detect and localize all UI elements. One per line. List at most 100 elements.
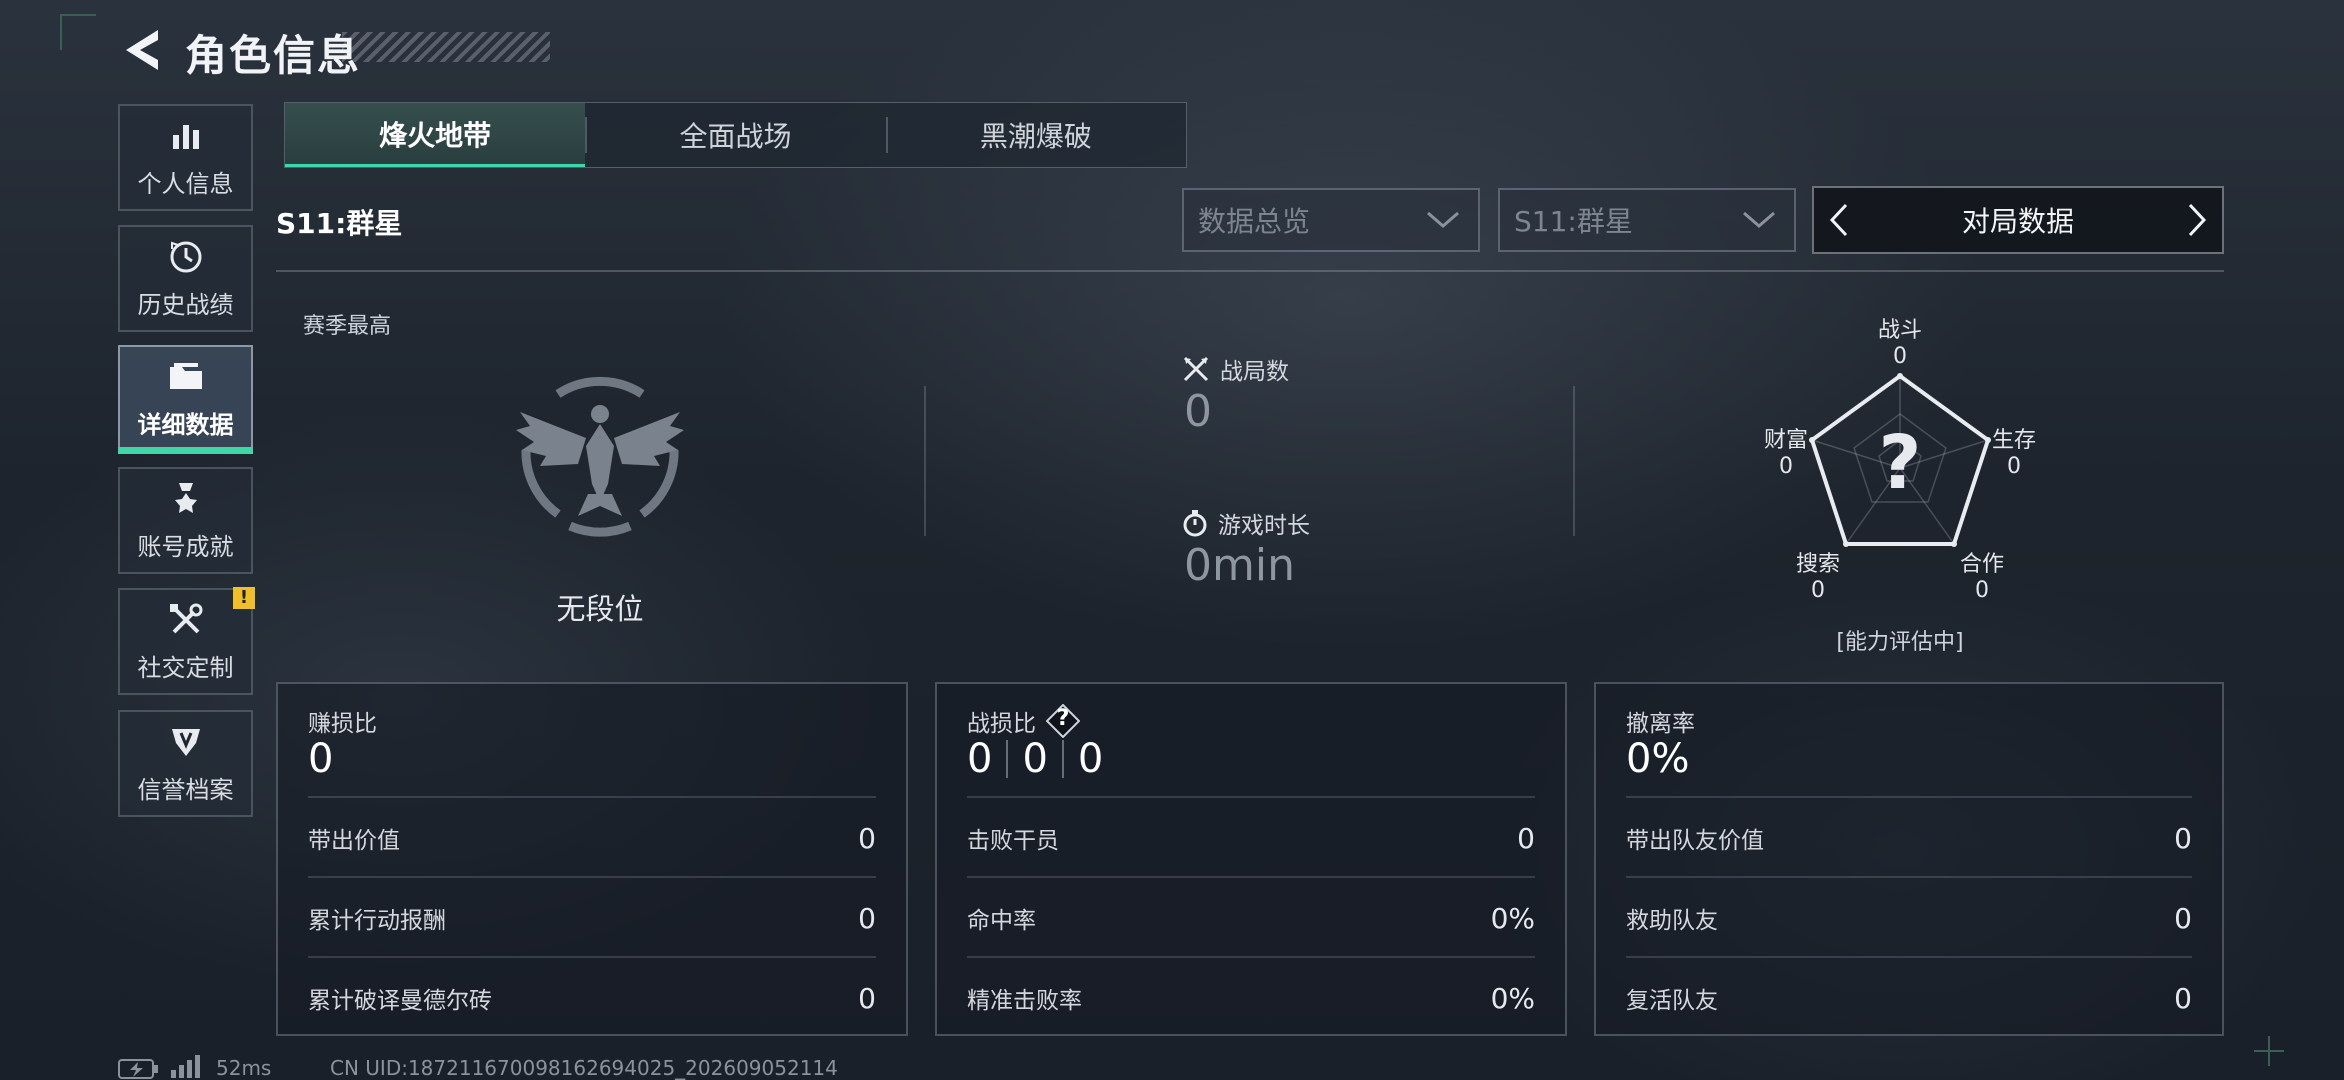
tab-quanmian[interactable]: 全面战场 xyxy=(585,103,885,167)
stat-value: 0 xyxy=(2174,981,2192,1015)
radar-status: [能力评估中] xyxy=(1836,630,1964,655)
stat-label: 带出队友价值 xyxy=(1626,828,1764,854)
battery-icon xyxy=(118,1059,158,1079)
stat-row: 累计破译曼德尔砖 0 xyxy=(308,956,876,1038)
stat-row: 击败干员 0 xyxy=(967,796,1535,878)
stat-label: 救助队友 xyxy=(1626,908,1718,934)
shield-emblem-icon xyxy=(166,722,206,762)
matches-label: 战局数 xyxy=(1220,359,1289,385)
dropdown-value: 数据总览 xyxy=(1198,205,1311,238)
sidebar-item-achievements[interactable]: 账号成就 xyxy=(118,467,253,574)
stat-row: 带出队友价值 0 xyxy=(1626,796,2192,878)
chevron-left-icon[interactable] xyxy=(1828,202,1850,238)
rank-emblem-icon xyxy=(516,376,684,537)
stat-label: 命中率 xyxy=(967,908,1036,934)
extract-panel: 撤离率 0% 带出队友价值 0 救助队友 0 复活队友 0 xyxy=(1594,682,2224,1036)
divider xyxy=(276,270,2224,272)
panel-title-text: 撤离率 xyxy=(1626,711,1695,737)
stat-label: 累计行动报酬 xyxy=(308,908,446,934)
help-mark: ? xyxy=(1056,706,1070,731)
sidebar-item-detailed-data[interactable]: 详细数据 xyxy=(118,345,253,452)
mode-tabs: 烽火地带 全面战场 黑潮爆破 xyxy=(284,102,1187,168)
data-type-switcher: 对局数据 xyxy=(1812,186,2224,254)
kd-value: 0 xyxy=(1022,736,1048,782)
history-clock-icon xyxy=(166,237,206,277)
playtime-label: 游戏时长 xyxy=(1218,513,1310,539)
profit-panel: 赚损比 0 带出价值 0 累计行动报酬 0 累计破译曼德尔砖 0 xyxy=(276,682,908,1036)
stat-label: 带出价值 xyxy=(308,828,400,854)
stat-row: 累计行动报酬 0 xyxy=(308,876,876,958)
stat-value: 0 xyxy=(858,981,876,1015)
stat-value: 0 xyxy=(2174,901,2192,935)
tab-fenghuo[interactable]: 烽火地带 xyxy=(285,103,586,167)
stat-row: 精准击败率 0% xyxy=(967,956,1535,1038)
folder-icon xyxy=(166,357,206,397)
radar-center-mark: ? xyxy=(1878,420,1922,506)
overview-dropdown[interactable]: 数据总览 xyxy=(1182,188,1480,252)
panel-title: 战损比 ? xyxy=(967,704,1080,738)
stat-row: 带出价值 0 xyxy=(308,796,876,878)
stat-value: 0 xyxy=(858,901,876,935)
radar-label: 搜索 xyxy=(1795,552,1840,577)
radar-label: 合作 xyxy=(1959,552,2004,577)
stopwatch-icon xyxy=(1183,510,1207,537)
divider xyxy=(1573,386,1575,536)
playtime-value: 0min xyxy=(1184,540,1295,591)
value-divider xyxy=(1061,740,1064,778)
bar-chart-icon xyxy=(166,116,206,156)
season-dropdown[interactable]: S11:群星 xyxy=(1498,188,1796,252)
corner-decoration xyxy=(60,14,96,50)
crosshair-icon xyxy=(2254,1036,2284,1066)
stat-value: 0% xyxy=(1490,981,1535,1015)
panel-title-text: 赚损比 xyxy=(308,711,377,737)
season-label: S11:群星 xyxy=(276,207,403,240)
rank-value: 无段位 xyxy=(556,592,644,626)
sidebar-item-label: 信誉档案 xyxy=(137,776,234,804)
panel-main-value: 0 0 0 xyxy=(967,736,1103,782)
radar-label: 财富 xyxy=(1763,428,1808,453)
sidebar-active-indicator xyxy=(118,447,253,454)
kd-value: 0 xyxy=(1077,736,1104,782)
matches-label-row: 战局数 xyxy=(1182,352,1289,386)
crossed-swords-icon xyxy=(1183,356,1209,382)
sidebar-item-label: 详细数据 xyxy=(137,411,234,439)
matches-value: 0 xyxy=(1184,386,1212,437)
stat-row: 命中率 0% xyxy=(967,876,1535,958)
radar-label: 战斗 xyxy=(1877,318,1922,343)
divider xyxy=(924,386,926,536)
signal-icon xyxy=(171,1055,200,1078)
user-uid: CN UID:187211670098162694025_20260905211… xyxy=(330,1056,838,1080)
panel-title-text: 战损比 xyxy=(967,711,1036,737)
radar-value: 0 xyxy=(1893,344,1907,369)
notification-badge: ! xyxy=(233,587,255,609)
kd-panel: 战损比 ? 0 0 0 击败干员 0 命中率 0% 精准击败率 0% xyxy=(935,682,1567,1036)
switcher-label: 对局数据 xyxy=(1961,205,2074,238)
stat-label: 累计破译曼德尔砖 xyxy=(308,988,492,1014)
sidebar-item-history[interactable]: 历史战绩 xyxy=(118,225,253,332)
stat-label: 击败干员 xyxy=(967,828,1059,854)
chevron-right-icon[interactable] xyxy=(2186,202,2208,238)
sidebar-item-personal-info[interactable]: 个人信息 xyxy=(118,104,253,211)
panel-title: 撤离率 xyxy=(1626,704,1695,738)
radar-value: 0 xyxy=(1811,578,1825,603)
radar-cooperation: 合作 0 xyxy=(1942,552,2022,604)
stat-value: 0 xyxy=(2174,821,2192,855)
rank-heading: 赛季最高 xyxy=(303,314,392,339)
ping-value: 52ms xyxy=(216,1056,272,1080)
panel-main-value: 0 xyxy=(308,736,334,782)
help-icon[interactable]: ? xyxy=(1046,704,1080,738)
stat-value: 0% xyxy=(1490,901,1535,935)
radar-wealth: 财富 0 xyxy=(1746,428,1826,480)
radar-survival: 生存 0 xyxy=(1974,428,2054,480)
radar-value: 0 xyxy=(1779,454,1793,479)
back-arrow-icon[interactable] xyxy=(118,24,164,76)
panel-main-value: 0% xyxy=(1626,736,1690,782)
radar-value: 0 xyxy=(2007,454,2021,479)
radar-search: 搜索 0 xyxy=(1778,552,1858,604)
stat-row: 救助队友 0 xyxy=(1626,876,2192,958)
panel-title: 赚损比 xyxy=(308,704,377,738)
sidebar-item-reputation[interactable]: 信誉档案 xyxy=(118,710,253,817)
chevron-down-icon xyxy=(1427,211,1459,228)
radar-value: 0 xyxy=(1975,578,1989,603)
tab-heichao[interactable]: 黑潮爆破 xyxy=(885,103,1186,167)
